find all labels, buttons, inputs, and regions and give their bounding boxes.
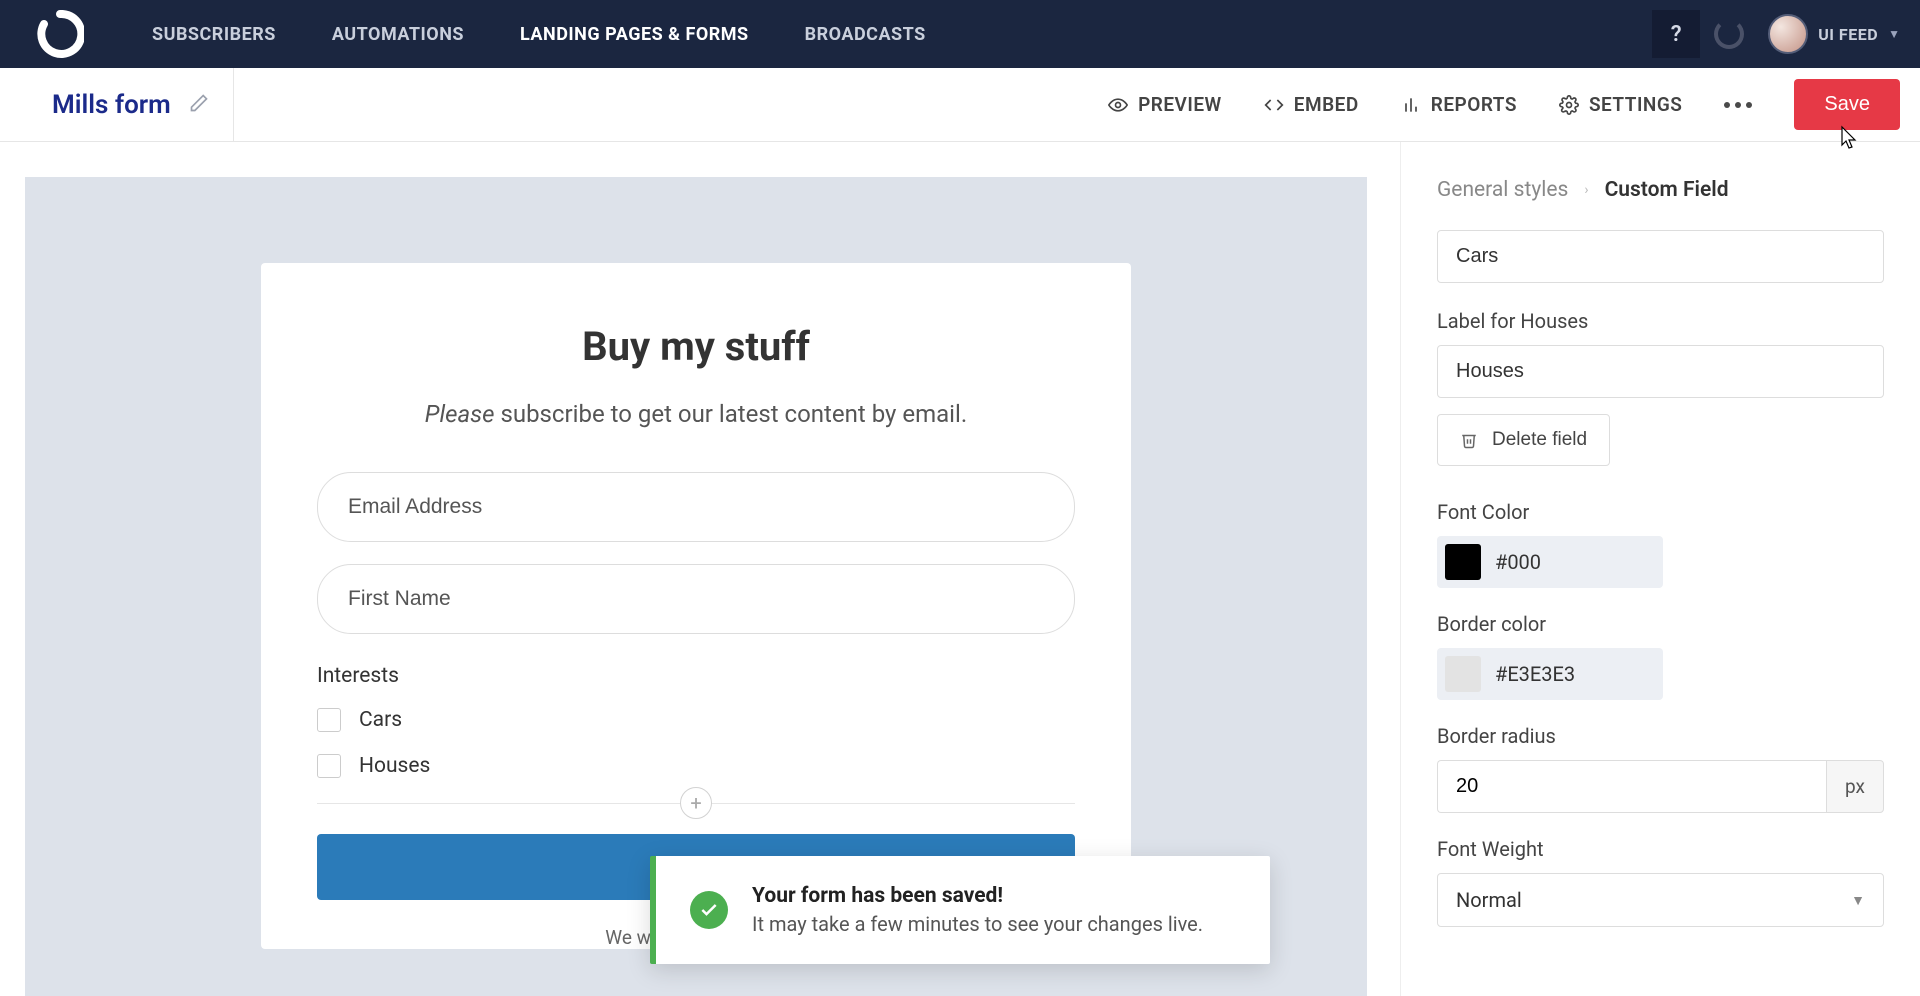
nav-landing-forms[interactable]: LANDING PAGES & FORMS xyxy=(492,24,777,45)
firstname-input[interactable] xyxy=(317,564,1075,634)
help-button[interactable]: ? xyxy=(1652,10,1700,58)
unit-label: px xyxy=(1826,760,1884,813)
user-label: UI FEED xyxy=(1818,25,1878,44)
interests-label: Interests xyxy=(317,664,1075,688)
nav-subscribers[interactable]: SUBSCRIBERS xyxy=(124,24,304,45)
checkbox-icon[interactable] xyxy=(317,754,341,778)
form-subheading[interactable]: Please subscribe to get our latest conte… xyxy=(317,400,1075,428)
email-input[interactable] xyxy=(317,472,1075,542)
trash-icon xyxy=(1460,431,1478,449)
plus-icon: + xyxy=(690,791,701,815)
checkbox-row-cars[interactable]: Cars xyxy=(317,708,1075,732)
properties-panel: General styles › Custom Field Label for … xyxy=(1400,142,1920,996)
save-toast: Your form has been saved! It may take a … xyxy=(650,856,1270,964)
form-heading[interactable]: Buy my stuff xyxy=(317,323,1075,370)
border-color-label: Border color xyxy=(1437,612,1884,636)
settings-button[interactable]: SETTINGS xyxy=(1559,93,1682,116)
font-color-label: Font Color xyxy=(1437,500,1884,524)
reports-label: REPORTS xyxy=(1431,93,1517,116)
checkbox-label-cars: Cars xyxy=(359,708,402,732)
preview-label: PREVIEW xyxy=(1138,93,1222,116)
chevron-right-icon: › xyxy=(1584,182,1588,198)
embed-button[interactable]: EMBED xyxy=(1264,93,1359,116)
nav-links: SUBSCRIBERS AUTOMATIONS LANDING PAGES & … xyxy=(124,24,954,45)
preview-button[interactable]: PREVIEW xyxy=(1108,93,1222,116)
settings-label: SETTINGS xyxy=(1589,93,1682,116)
edit-icon[interactable] xyxy=(189,93,209,117)
form-title: Mills form xyxy=(52,90,171,120)
gear-icon xyxy=(1559,95,1579,115)
avatar-icon xyxy=(1768,14,1808,54)
checkbox-row-houses[interactable]: Houses xyxy=(317,754,1075,778)
font-color-picker[interactable]: #000 xyxy=(1437,536,1663,588)
border-color-picker[interactable]: #E3E3E3 xyxy=(1437,648,1663,700)
checkbox-icon[interactable] xyxy=(317,708,341,732)
border-color-value: #E3E3E3 xyxy=(1495,662,1575,686)
user-menu[interactable]: UI FEED ▼ xyxy=(1768,14,1900,54)
chevron-down-icon: ▼ xyxy=(1888,27,1900,41)
font-color-value: #000 xyxy=(1495,550,1541,574)
delete-field-button[interactable]: Delete field xyxy=(1437,414,1610,466)
app-logo[interactable] xyxy=(36,10,84,58)
sub-rest: subscribe to get our latest content by e… xyxy=(495,400,968,428)
chart-icon xyxy=(1401,95,1421,115)
eye-icon xyxy=(1108,95,1128,115)
border-radius-input[interactable] xyxy=(1437,760,1826,813)
add-field-divider: + xyxy=(317,802,1075,804)
sub-header: Mills form PREVIEW EMBED REPORTS SETTING… xyxy=(0,68,1920,142)
reports-button[interactable]: REPORTS xyxy=(1401,93,1517,116)
chevron-down-icon: ▼ xyxy=(1851,892,1865,909)
more-button[interactable] xyxy=(1724,102,1752,108)
border-radius-label: Border radius xyxy=(1437,724,1884,748)
embed-label: EMBED xyxy=(1294,93,1359,116)
cursor-icon xyxy=(1838,125,1860,151)
save-button[interactable]: Save xyxy=(1794,79,1900,130)
nav-broadcasts[interactable]: BROADCASTS xyxy=(777,24,954,45)
check-circle-icon xyxy=(690,891,728,929)
crumb-general-styles[interactable]: General styles xyxy=(1437,178,1568,202)
breadcrumb: General styles › Custom Field xyxy=(1437,178,1884,202)
font-weight-value: Normal xyxy=(1456,888,1522,912)
label-houses-input[interactable] xyxy=(1437,345,1884,398)
border-radius-field: px xyxy=(1437,760,1884,813)
crumb-custom-field: Custom Field xyxy=(1605,178,1729,202)
nav-automations[interactable]: AUTOMATIONS xyxy=(304,24,492,45)
font-weight-label: Font Weight xyxy=(1437,837,1884,861)
label-houses-caption: Label for Houses xyxy=(1437,309,1884,333)
delete-field-label: Delete field xyxy=(1492,429,1587,451)
divider xyxy=(233,68,234,142)
loading-spinner-icon xyxy=(1714,19,1744,49)
font-weight-select[interactable]: Normal ▼ xyxy=(1437,873,1884,927)
color-swatch-icon xyxy=(1445,544,1481,580)
sub-italic: Please xyxy=(425,400,495,428)
form-preview-card[interactable]: Buy my stuff Please subscribe to get our… xyxy=(261,263,1131,949)
checkbox-label-houses: Houses xyxy=(359,754,430,778)
color-swatch-icon xyxy=(1445,656,1481,692)
option-cars-input[interactable] xyxy=(1437,230,1884,283)
toast-title: Your form has been saved! xyxy=(752,884,1203,908)
top-nav: SUBSCRIBERS AUTOMATIONS LANDING PAGES & … xyxy=(0,0,1920,68)
toast-body: It may take a few minutes to see your ch… xyxy=(752,912,1203,936)
add-field-button[interactable]: + xyxy=(680,787,712,819)
code-icon xyxy=(1264,95,1284,115)
